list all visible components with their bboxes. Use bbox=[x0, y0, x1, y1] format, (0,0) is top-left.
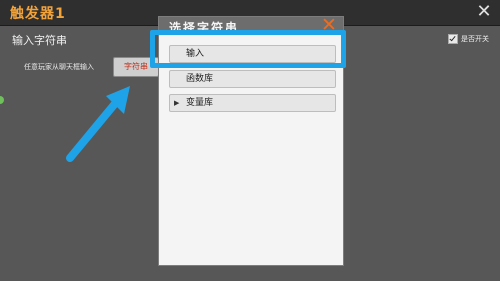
option-variable-library[interactable]: ▶ 变量库 bbox=[169, 94, 336, 112]
toggle-checkbox[interactable] bbox=[448, 34, 458, 44]
option-function-library[interactable]: 函数库 bbox=[169, 70, 336, 88]
section-title: 输入字符串 bbox=[12, 34, 67, 47]
option-label: 函数库 bbox=[186, 74, 214, 84]
close-icon[interactable]: ✕ bbox=[474, 2, 494, 22]
tutorial-highlight-box bbox=[150, 30, 346, 68]
expand-arrow-icon: ▶ bbox=[174, 99, 180, 107]
condition-description: 任意玩家从聊天框输入 bbox=[24, 63, 94, 71]
tutorial-arrow-icon bbox=[66, 86, 130, 162]
edge-handle bbox=[0, 96, 4, 104]
window-title: 触发器1 bbox=[10, 6, 66, 22]
toggle-checkbox-label: 是否开关 bbox=[461, 35, 489, 43]
option-label: 变量库 bbox=[186, 98, 214, 108]
